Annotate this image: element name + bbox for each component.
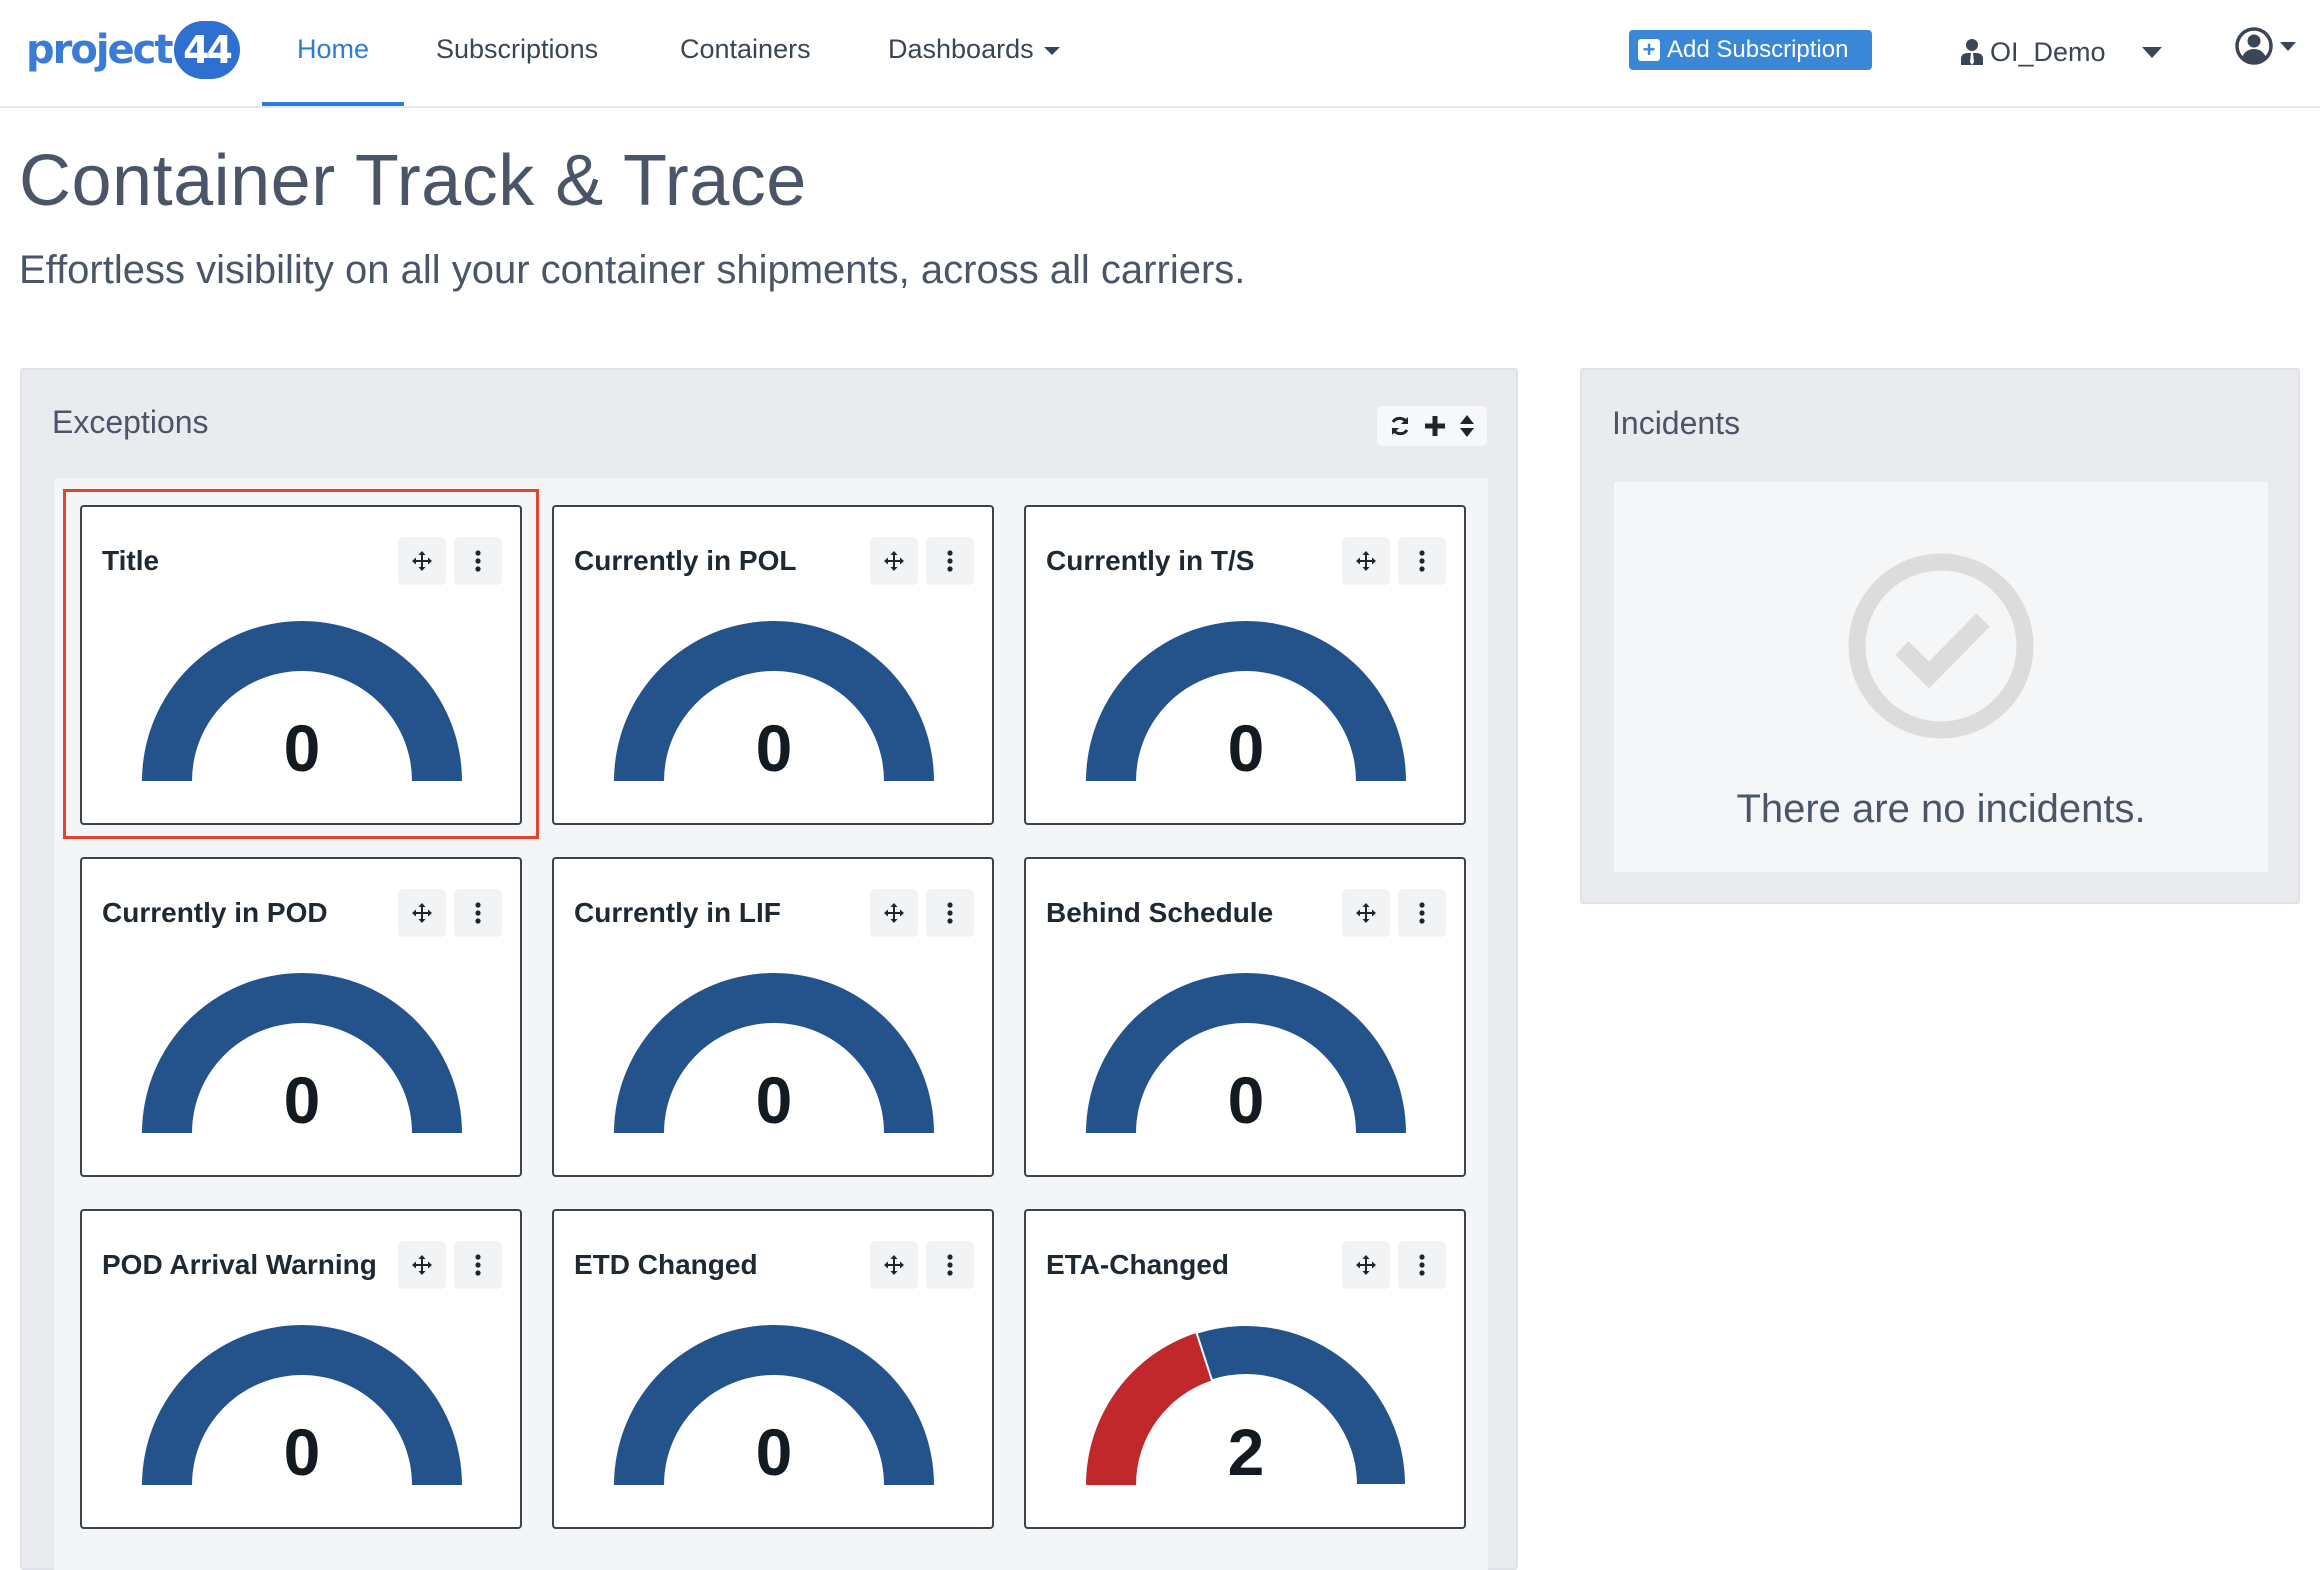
widget-pod-arrival-warning[interactable]: POD Arrival Warning 0 bbox=[80, 1209, 522, 1529]
gauge-value: 0 bbox=[283, 1063, 321, 1137]
gauge-value: 0 bbox=[283, 1415, 321, 1489]
no-incidents-message: There are no incidents. bbox=[1736, 787, 2146, 831]
gauge-value: 0 bbox=[755, 711, 793, 785]
plus-square-icon: + bbox=[1638, 39, 1660, 61]
more-options-icon[interactable] bbox=[454, 537, 502, 585]
incidents-panel: Incidents There are no incidents. bbox=[1580, 368, 2300, 904]
move-handle-icon[interactable] bbox=[1342, 889, 1390, 937]
widget-eta-changed[interactable]: ETA-Changed 2 bbox=[1024, 1209, 1466, 1529]
widget-title: ETA-Changed bbox=[1046, 1249, 1230, 1280]
more-options-icon[interactable] bbox=[926, 537, 974, 585]
move-handle-icon[interactable] bbox=[870, 889, 918, 937]
move-handle-icon[interactable] bbox=[398, 1241, 446, 1289]
widget-title[interactable]: Title 0 bbox=[80, 505, 522, 825]
move-handle-icon[interactable] bbox=[870, 537, 918, 585]
widget-currently-in-pod[interactable]: Currently in POD 0 bbox=[80, 857, 522, 1177]
widget-title: Currently in LIF bbox=[574, 897, 781, 928]
nav-containers[interactable]: Containers bbox=[680, 0, 811, 106]
move-handle-icon[interactable] bbox=[1342, 537, 1390, 585]
widget-currently-in-lif[interactable]: Currently in LIF 0 bbox=[552, 857, 994, 1177]
widget-title: Currently in T/S bbox=[1046, 545, 1255, 576]
chevron-down-icon bbox=[2141, 46, 2162, 58]
chevron-down-icon bbox=[1043, 46, 1060, 55]
org-name: OI_Demo bbox=[1990, 36, 2106, 67]
add-subscription-button[interactable]: + Add Subscription bbox=[1629, 30, 1872, 70]
widget-behind-schedule[interactable]: Behind Schedule 0 bbox=[1024, 857, 1466, 1177]
gauge-value: 0 bbox=[283, 711, 321, 785]
widget-currently-in-pol[interactable]: Currently in POL 0 bbox=[552, 505, 994, 825]
more-options-icon[interactable] bbox=[454, 889, 502, 937]
logo-badge: 44 bbox=[173, 21, 240, 79]
nav-dashboards-label: Dashboards bbox=[888, 34, 1034, 64]
exceptions-toolbar bbox=[1377, 406, 1487, 446]
widget-currently-in-ts[interactable]: Currently in T/S 0 bbox=[1024, 505, 1466, 825]
nav-subscriptions[interactable]: Subscriptions bbox=[436, 0, 598, 106]
widget-title: Currently in POL bbox=[574, 545, 797, 576]
add-subscription-label: Add Subscription bbox=[1667, 36, 1849, 63]
refresh-icon[interactable] bbox=[1389, 415, 1411, 437]
user-circle-icon bbox=[2235, 27, 2273, 65]
account-menu[interactable] bbox=[2234, 26, 2296, 66]
more-options-icon[interactable] bbox=[926, 889, 974, 937]
widget-title: Behind Schedule bbox=[1046, 897, 1274, 928]
incidents-title: Incidents bbox=[1612, 405, 1741, 441]
logo-text: project bbox=[26, 27, 174, 73]
gauge-value: 0 bbox=[755, 1063, 793, 1137]
top-navbar: project 44 Home Subscriptions Containers … bbox=[0, 0, 2320, 108]
user-tie-icon bbox=[1961, 39, 1983, 65]
more-options-icon[interactable] bbox=[1398, 537, 1446, 585]
plus-icon[interactable] bbox=[1424, 415, 1446, 437]
move-handle-icon[interactable] bbox=[398, 889, 446, 937]
page-title: Container Track & Trace bbox=[19, 141, 807, 221]
exceptions-title: Exceptions bbox=[52, 404, 209, 440]
widget-title: Currently in POD bbox=[102, 897, 328, 928]
widget-etd-changed[interactable]: ETD Changed 0 bbox=[552, 1209, 994, 1529]
more-options-icon[interactable] bbox=[926, 1241, 974, 1289]
more-options-icon[interactable] bbox=[1398, 889, 1446, 937]
nav-dashboards[interactable]: Dashboards bbox=[888, 0, 1060, 106]
project44-logo[interactable]: project 44 bbox=[26, 20, 240, 80]
widget-title: ETD Changed bbox=[574, 1249, 758, 1280]
gauge-value: 0 bbox=[1227, 711, 1265, 785]
nav-home[interactable]: Home bbox=[262, 0, 404, 106]
gauge-value: 0 bbox=[1227, 1063, 1265, 1137]
incidents-empty-state: There are no incidents. bbox=[1614, 482, 2268, 872]
gauge-value: 0 bbox=[755, 1415, 793, 1489]
more-options-icon[interactable] bbox=[1398, 1241, 1446, 1289]
check-circle-icon bbox=[1848, 553, 2034, 739]
move-handle-icon[interactable] bbox=[398, 537, 446, 585]
org-selector[interactable]: OI_Demo bbox=[1960, 30, 2162, 74]
move-handle-icon[interactable] bbox=[1342, 1241, 1390, 1289]
widget-title: POD Arrival Warning bbox=[102, 1249, 377, 1280]
chevron-down-icon bbox=[2280, 41, 2296, 51]
widget-title: Title bbox=[102, 545, 160, 576]
more-options-icon[interactable] bbox=[454, 1241, 502, 1289]
page-subtitle: Effortless visibility on all your contai… bbox=[19, 248, 1246, 292]
gauge-value: 2 bbox=[1227, 1415, 1265, 1489]
move-handle-icon[interactable] bbox=[870, 1241, 918, 1289]
sort-icon[interactable] bbox=[1459, 414, 1475, 438]
